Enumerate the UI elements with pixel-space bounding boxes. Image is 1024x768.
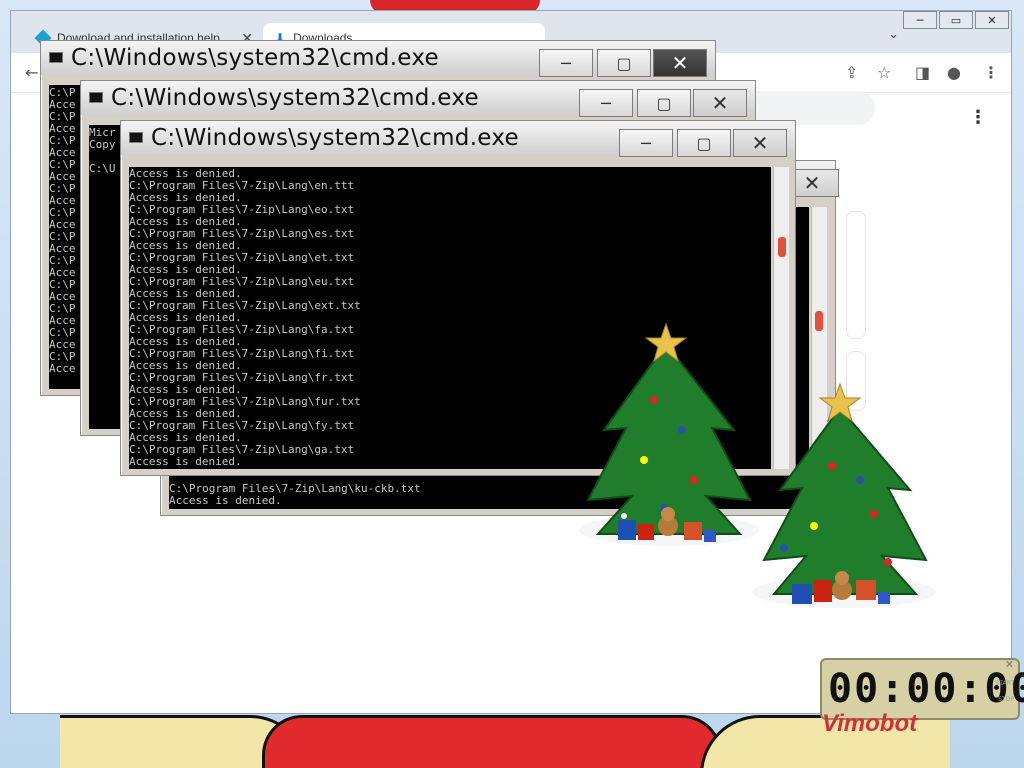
browser-window-controls: ─ ▭ ✕ xyxy=(903,11,1009,29)
maximize-button[interactable]: ▭ xyxy=(939,11,973,29)
cmd-close-button[interactable]: ✕ xyxy=(653,49,707,77)
wallpaper-cartoon-red xyxy=(262,715,722,768)
back-arrow-icon[interactable]: ← xyxy=(25,63,38,82)
scrollbar-thumb[interactable] xyxy=(778,237,786,257)
cmd-close-button[interactable]: ✕ xyxy=(733,129,787,157)
timer-stop-label[interactable]: STOP xyxy=(998,696,1014,703)
christmas-tree-icon xyxy=(579,322,759,546)
cmd-maximize-button[interactable]: ▢ xyxy=(637,89,691,117)
christmas-tree xyxy=(574,320,764,560)
timer-display: 00:00:00 xyxy=(828,666,1024,712)
console-icon xyxy=(129,132,143,143)
minimize-button[interactable]: ─ xyxy=(903,11,937,29)
cmd-maximize-button[interactable]: ▢ xyxy=(677,129,731,157)
share-icon[interactable]: ⇪ xyxy=(845,63,858,82)
christmas-tree-icon xyxy=(752,382,936,608)
cmd-window-title: C:\Windows\system32\cmd.exe xyxy=(151,125,520,151)
cmd-maximize-button[interactable]: ▢ xyxy=(597,49,651,77)
side-panel-icon[interactable]: ◨ xyxy=(915,63,930,82)
cmd-titlebar[interactable]: C:\Windows\system32\cmd.exe ─ ▢ ✕ xyxy=(81,81,755,117)
cmd-minimize-button[interactable]: ─ xyxy=(539,49,593,77)
page-menu-icon[interactable]: ⋮ xyxy=(969,107,987,128)
timer-close-icon[interactable]: ✕ xyxy=(1005,658,1014,671)
cmd-titlebar[interactable]: C:\Windows\system32\cmd.exe ─ ▢ ✕ xyxy=(121,121,795,157)
console-icon xyxy=(49,52,63,63)
console-icon xyxy=(89,92,103,103)
christmas-tree xyxy=(744,380,944,620)
cmd-minimize-button[interactable]: ─ xyxy=(579,89,633,117)
brand-logo-text: Vimobot xyxy=(822,710,918,737)
cmd-window-title: C:\Windows\system32\cmd.exe xyxy=(111,85,480,111)
page-card xyxy=(846,211,866,339)
cmd-minimize-button[interactable]: ─ xyxy=(619,129,673,157)
tab-search-dropdown-icon[interactable]: ⌄ xyxy=(888,27,899,42)
profile-avatar-icon[interactable]: ● xyxy=(947,63,961,82)
cmd-titlebar[interactable]: C:\Windows\system32\cmd.exe ─ ▢ ✕ xyxy=(41,41,715,77)
cmd-close-button[interactable]: ✕ xyxy=(693,89,747,117)
scrollbar-thumb[interactable] xyxy=(815,311,823,331)
console-output: C:\Program Files\7-Zip\Lang\ku-ckb.txt A… xyxy=(169,482,421,507)
browser-menu-icon[interactable]: ⋮ xyxy=(983,63,999,82)
close-button[interactable]: ✕ xyxy=(975,11,1009,29)
bookmark-star-icon[interactable]: ☆ xyxy=(877,63,891,82)
cmd-window-title: C:\Windows\system32\cmd.exe xyxy=(71,45,440,71)
timer-start-label[interactable]: START xyxy=(995,680,1014,687)
